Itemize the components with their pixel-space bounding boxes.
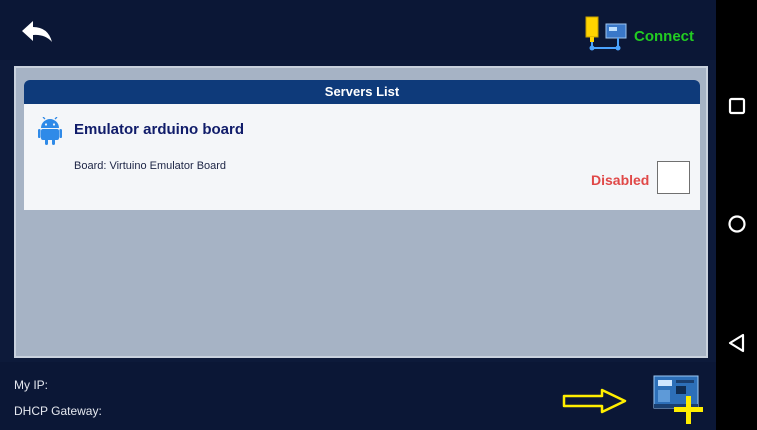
- servers-panel: Servers List Emulator arduino board Boar…: [14, 66, 708, 358]
- home-button[interactable]: [726, 213, 748, 235]
- arrow-right-icon: [562, 388, 627, 414]
- back-arrow-icon: [22, 21, 52, 42]
- add-board-button[interactable]: [652, 374, 706, 426]
- recents-button[interactable]: [726, 95, 748, 117]
- my-ip-label: My IP:: [14, 378, 49, 392]
- enable-server-checkbox[interactable]: [657, 161, 690, 194]
- dhcp-gateway-label: DHCP Gateway:: [14, 404, 102, 418]
- android-icon: [38, 117, 62, 145]
- connect-button[interactable]: Connect: [584, 14, 704, 54]
- home-circle-icon: [728, 215, 746, 233]
- connect-label: Connect: [634, 28, 694, 45]
- app-window: Connect Servers List Emulator arduino bo…: [0, 0, 716, 430]
- server-status-label: Disabled: [591, 172, 650, 188]
- top-bar: Connect: [0, 0, 716, 60]
- connection-icon: [585, 16, 627, 51]
- android-nav-bar: [716, 0, 757, 430]
- server-item[interactable]: Emulator arduino board Board: Virtuino E…: [24, 104, 700, 210]
- recents-square-icon: [728, 97, 746, 115]
- server-board-label: Board: Virtuino Emulator Board: [74, 160, 227, 172]
- nav-back-button[interactable]: [726, 332, 748, 354]
- back-triangle-icon: [728, 333, 745, 353]
- add-board-icon: [653, 375, 703, 424]
- server-name: Emulator arduino board: [74, 121, 245, 138]
- back-button[interactable]: [18, 18, 58, 48]
- bottom-bar: My IP: DHCP Gateway:: [0, 362, 716, 430]
- servers-list-header: Servers List: [24, 80, 700, 104]
